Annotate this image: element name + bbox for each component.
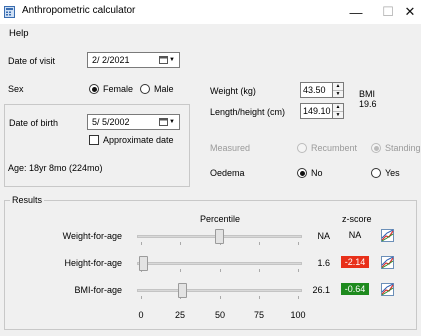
close-button[interactable]: ✕ — [399, 0, 421, 24]
weight-label: Weight (kg) — [210, 86, 256, 96]
date-of-visit-value: 2/ 2/2021 — [92, 55, 130, 65]
result-row-label: Weight-for-age — [62, 231, 122, 241]
slider-tick — [220, 296, 221, 299]
results-title: Results — [10, 195, 45, 205]
percentile-scale-label: 25 — [174, 310, 185, 320]
result-row-label: BMI-for-age — [74, 285, 122, 295]
z-score-badge: -0.64 — [340, 283, 370, 295]
measured-recumbent-label[interactable]: Recumbent — [311, 143, 357, 153]
percentile-slider[interactable] — [137, 255, 302, 273]
date-of-birth-picker[interactable]: 5/ 5/2002 ▼ — [87, 114, 180, 130]
calculator-app-icon — [4, 6, 15, 18]
growth-chart-icon[interactable] — [381, 283, 394, 298]
percentile-value: 1.6 — [317, 258, 330, 268]
z-score-badge: -2.14 — [340, 256, 370, 268]
slider-tick — [298, 242, 299, 245]
percentile-value: NA — [317, 231, 330, 241]
sex-female-label[interactable]: Female — [103, 84, 133, 94]
date-of-birth-label: Date of birth — [9, 118, 59, 128]
spin-up-icon[interactable]: ▲ — [333, 104, 343, 112]
title-bar[interactable]: Anthropometric calculator — ☐ ✕ — [0, 0, 421, 24]
slider-tick — [298, 296, 299, 299]
percentile-header: Percentile — [200, 214, 241, 224]
percentile-slider[interactable] — [137, 228, 302, 246]
length-height-label: Length/height (cm) — [210, 107, 286, 117]
slider-tick — [180, 269, 181, 272]
percentile-value: 26.1 — [312, 285, 330, 295]
sex-female-radio[interactable] — [89, 84, 99, 94]
slider-tick — [259, 242, 260, 245]
date-of-birth-value: 5/ 5/2002 — [92, 117, 130, 127]
measured-standing-label[interactable]: Standing — [385, 143, 421, 153]
slider-thumb[interactable] — [215, 229, 224, 244]
slider-tick — [259, 296, 260, 299]
sex-male-label[interactable]: Male — [154, 84, 174, 94]
date-of-visit-label: Date of visit — [8, 56, 56, 66]
date-of-visit-picker[interactable]: 2/ 2/2021 ▼ — [87, 52, 180, 68]
percentile-scale-label: 0 — [138, 310, 144, 320]
measured-standing-radio[interactable] — [371, 143, 381, 153]
slider-track — [137, 289, 302, 292]
weight-value: 43.50 — [303, 85, 326, 95]
measured-recumbent-radio[interactable] — [297, 143, 307, 153]
chevron-down-icon: ▼ — [169, 119, 175, 125]
window-title: Anthropometric calculator — [22, 5, 136, 16]
length-height-input[interactable]: 149.10 — [300, 103, 333, 119]
oedema-label: Oedema — [210, 168, 245, 178]
length-height-spinner[interactable]: ▲ ▼ — [333, 103, 344, 119]
percentile-scale-label: 100 — [290, 310, 306, 320]
growth-chart-icon[interactable] — [381, 229, 394, 244]
maximize-icon: ☐ — [382, 4, 394, 19]
z-score-value: -2.14 — [338, 256, 372, 268]
z-score-header: z-score — [342, 214, 372, 224]
slider-tick — [180, 242, 181, 245]
slider-thumb[interactable] — [139, 256, 148, 271]
slider-tick — [220, 269, 221, 272]
measured-label: Measured — [210, 143, 251, 153]
slider-thumb[interactable] — [178, 283, 187, 298]
slider-tick — [259, 269, 260, 272]
slider-tick — [141, 242, 142, 245]
bmi-value: 19.6 — [359, 99, 377, 109]
growth-chart-icon[interactable] — [381, 256, 394, 271]
percentile-scale-label: 50 — [214, 310, 225, 320]
oedema-yes-label[interactable]: Yes — [385, 168, 400, 178]
close-icon: ✕ — [404, 4, 416, 19]
z-score-value: -0.64 — [338, 283, 372, 295]
bmi-label: BMI — [359, 89, 376, 99]
age-readout: Age: 18yr 8mo (224mo) — [8, 163, 103, 173]
spin-up-icon[interactable]: ▲ — [333, 83, 343, 91]
chevron-down-icon: ▼ — [169, 57, 175, 63]
oedema-yes-radio[interactable] — [371, 168, 381, 178]
percentile-scale-label: 75 — [253, 310, 264, 320]
sex-male-radio[interactable] — [140, 84, 150, 94]
minimize-icon: — — [349, 4, 363, 20]
oedema-no-label[interactable]: No — [311, 168, 323, 178]
length-height-value: 149.10 — [303, 106, 331, 116]
z-score-value: NA — [338, 230, 372, 240]
percentile-slider[interactable] — [137, 282, 302, 300]
weight-spinner[interactable]: ▲ ▼ — [333, 82, 344, 98]
calendar-icon — [159, 118, 169, 126]
spin-down-icon[interactable]: ▼ — [333, 112, 343, 119]
menu-bar: Help — [0, 24, 421, 42]
calendar-icon — [159, 56, 169, 64]
sex-label: Sex — [8, 84, 24, 94]
minimize-button[interactable]: — — [339, 0, 373, 24]
menu-help[interactable]: Help — [9, 28, 29, 39]
approximate-date-checkbox[interactable] — [89, 135, 99, 145]
spin-down-icon[interactable]: ▼ — [333, 91, 343, 98]
slider-tick — [141, 296, 142, 299]
slider-tick — [298, 269, 299, 272]
oedema-no-radio[interactable] — [297, 168, 307, 178]
slider-track — [137, 262, 302, 265]
result-row-label: Height-for-age — [64, 258, 122, 268]
weight-input[interactable]: 43.50 — [300, 82, 333, 98]
z-score-badge: NA — [348, 230, 362, 240]
approximate-date-label[interactable]: Approximate date — [103, 135, 174, 145]
